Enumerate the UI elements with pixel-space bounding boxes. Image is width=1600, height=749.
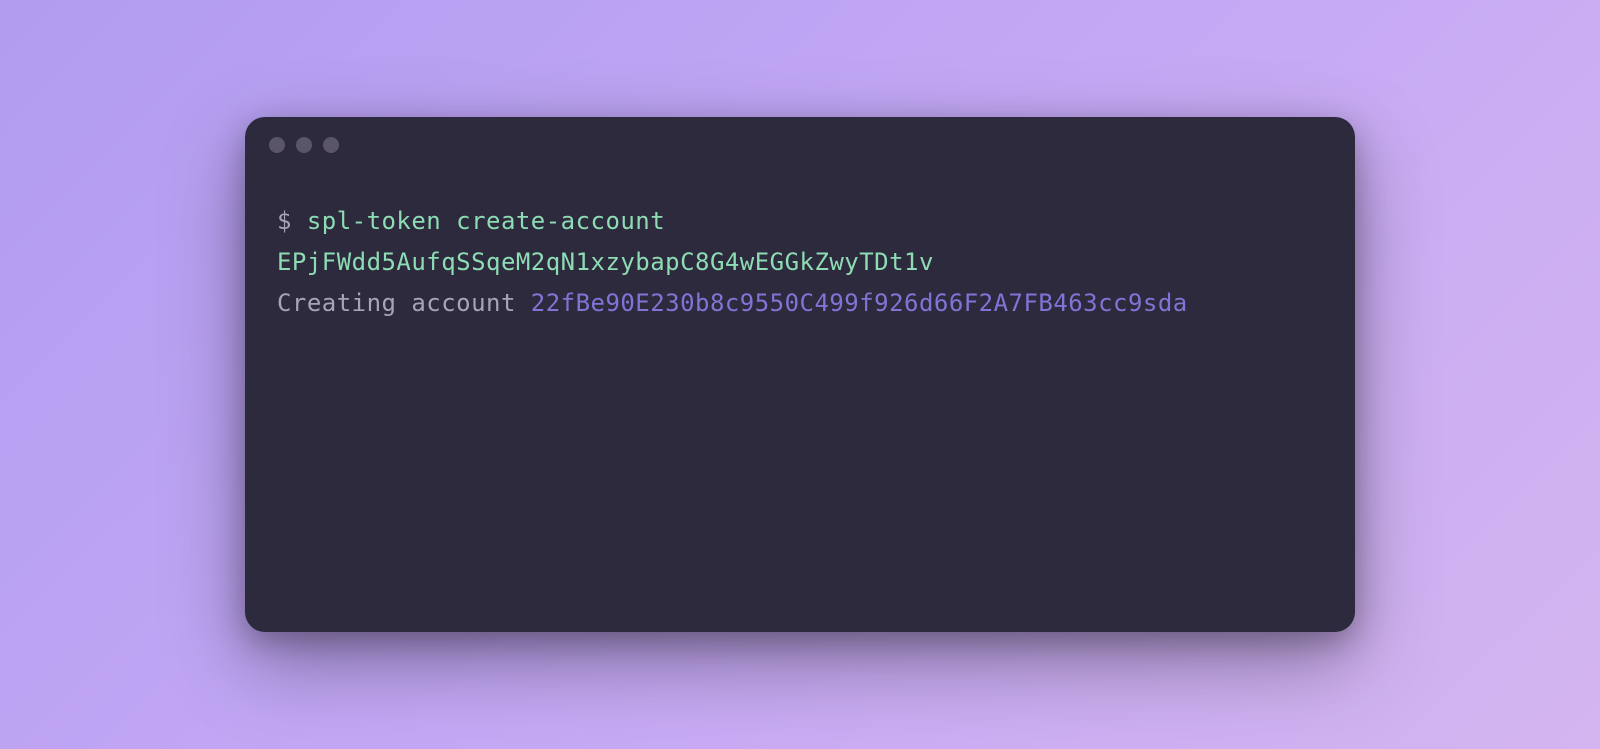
- minimize-icon[interactable]: [296, 137, 312, 153]
- command-arg-line: EPjFWdd5AufqSSqeM2qN1xzybapC8G4wEGGkZwyT…: [277, 242, 1323, 283]
- maximize-icon[interactable]: [323, 137, 339, 153]
- command-line: $ spl-token create-account: [277, 201, 1323, 242]
- terminal-window: $ spl-token create-account EPjFWdd5AufqS…: [245, 117, 1355, 632]
- prompt-symbol: $: [277, 207, 307, 235]
- output-line: Creating account 22fBe90E230b8c9550C499f…: [277, 283, 1323, 324]
- command-argument: EPjFWdd5AufqSSqeM2qN1xzybapC8G4wEGGkZwyT…: [277, 248, 934, 276]
- close-icon[interactable]: [269, 137, 285, 153]
- command-text: spl-token create-account: [307, 207, 665, 235]
- terminal-body[interactable]: $ spl-token create-account EPjFWdd5AufqS…: [245, 173, 1355, 632]
- output-account-address: 22fBe90E230b8c9550C499f926d66F2A7FB463cc…: [531, 289, 1188, 317]
- output-label: Creating account: [277, 289, 531, 317]
- terminal-titlebar: [245, 117, 1355, 173]
